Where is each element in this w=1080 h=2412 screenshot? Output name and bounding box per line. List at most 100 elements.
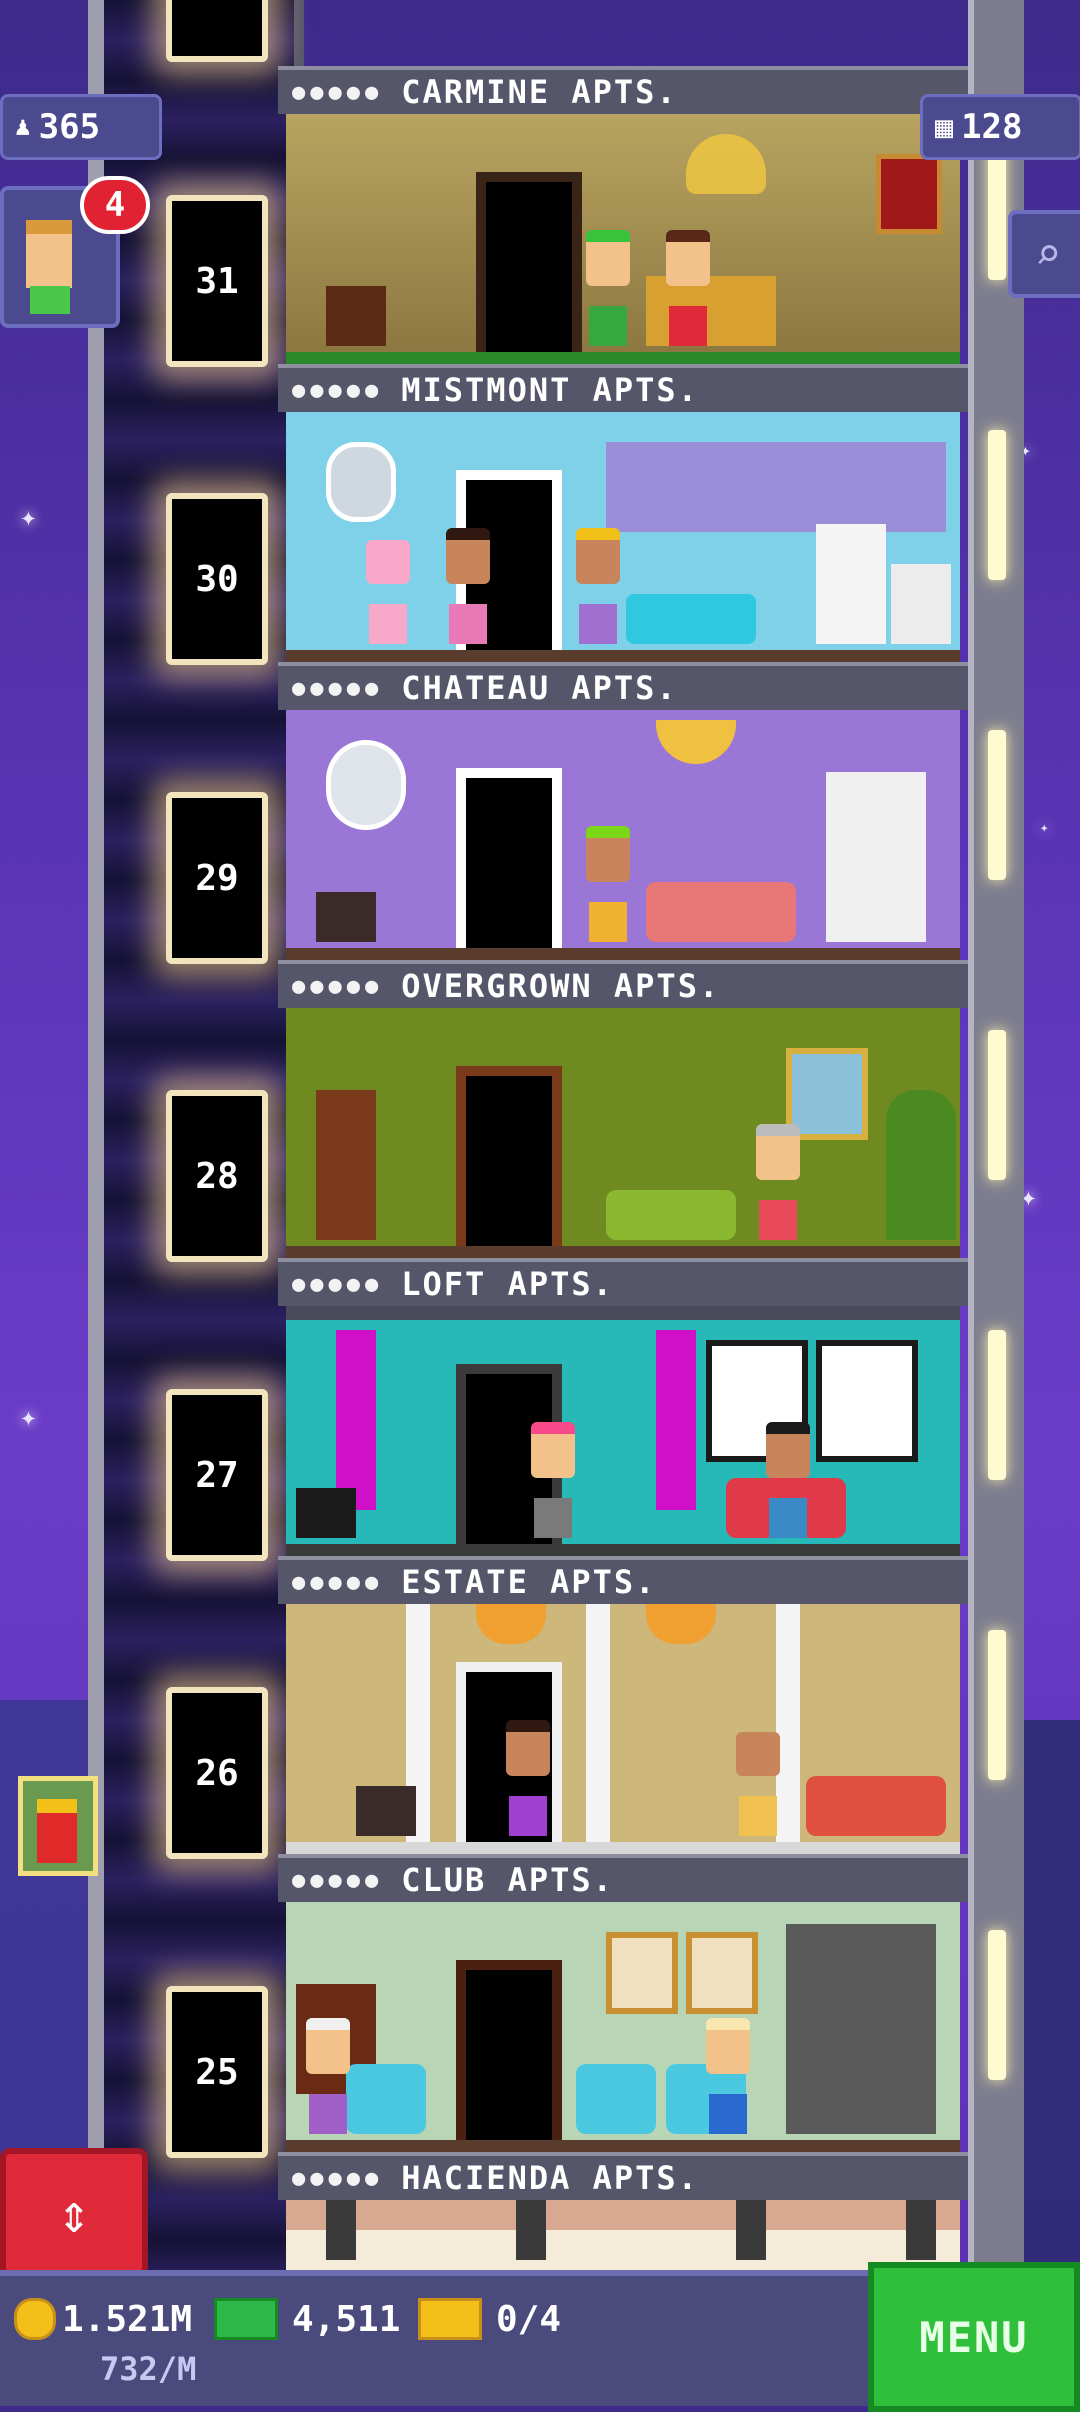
tenant-avatar[interactable] [576,528,620,584]
tenant-body [759,1200,797,1240]
floor-room[interactable] [286,710,960,962]
phone-table [316,892,376,942]
portrait [686,1932,758,2014]
floor-name: CARMINE APTS. [401,73,678,111]
floor-mistmont[interactable]: ●●●●● MISTMONT APTS. [278,364,968,664]
floor-overgrown[interactable]: ●●●●● OVERGROWN APTS. [278,960,968,1260]
sofa [626,594,756,644]
coins-display[interactable]: 1.521M [14,2298,192,2340]
tenant-avatar[interactable] [666,230,710,286]
occupancy-icons: ●●●●● [292,973,384,999]
tenant-body [449,604,487,644]
tenant-avatar[interactable] [736,1732,780,1776]
tenant-body [534,1498,572,1538]
person-icon: ♟ [15,112,31,142]
floor-room[interactable] [286,412,960,664]
elevator-car-floor-28[interactable]: 28 [166,1090,268,1262]
tenant-avatar[interactable] [366,540,410,584]
elevator-button[interactable]: ⇕ [0,2148,148,2278]
notification-badge: 4 [80,176,150,234]
floor-carmine[interactable]: ●●●●● CARMINE APTS. [278,66,968,366]
tenant-body [309,2094,347,2134]
mirror [326,740,406,830]
fries-notification[interactable] [18,1776,98,1876]
chandelier [686,134,766,194]
rail-light [988,730,1006,880]
tenant-avatar[interactable] [586,230,630,286]
apartment-door[interactable] [456,1960,562,2140]
floor-chateau[interactable]: ●●●●● CHATEAU APTS. [278,662,968,962]
elevator-car-floor-31[interactable]: 31 [166,195,268,367]
search-button[interactable]: ⌕ [1008,210,1080,298]
column [586,1604,610,1844]
tenant-avatar[interactable] [586,826,630,882]
rail-light [988,1930,1006,2080]
bux-display[interactable]: 4,511 [214,2298,400,2340]
floor-room[interactable] [286,2200,960,2270]
tower-right-rail [968,0,1024,2270]
tenant-avatar[interactable] [306,2018,350,2074]
elevator-car-floor-25[interactable]: 25 [166,1986,268,2158]
star-icon: ✦ [1040,820,1049,836]
tenant-avatar[interactable] [506,1720,550,1776]
floor-name: HACIENDA APTS. [401,2159,699,2197]
floor-counter[interactable]: ▦ 128 [920,94,1080,160]
apartment-door[interactable] [476,172,582,352]
tenant-body [509,1796,547,1836]
floor-club[interactable]: ●●●●● CLUB APTS. [278,1854,968,2154]
tenant-avatar[interactable] [766,1422,810,1478]
elevator-car[interactable] [166,0,268,62]
bitizen-avatar [26,220,72,288]
tickets-display[interactable]: 0/4 [418,2298,561,2340]
coins-rate: 732/M [100,2350,197,2388]
tenant-avatar[interactable] [706,2018,750,2074]
stereo [296,1488,356,1538]
tenant-body [739,1796,777,1836]
rail-light [988,430,1006,580]
search-icon: ⌕ [1034,228,1062,280]
elevator-shaft[interactable]: 31 30 29 28 27 26 25 [88,0,304,2270]
floor-room[interactable] [286,114,960,366]
tenant-avatar[interactable] [446,528,490,584]
floor-sign: ●●●●● MISTMONT APTS. [278,364,968,412]
menu-button[interactable]: MENU [868,2262,1080,2412]
floor-hacienda[interactable]: ●●●●● HACIENDA APTS. [278,2152,968,2270]
chandelier [646,1604,716,1644]
floor-sign: ●●●●● LOFT APTS. [278,1258,968,1306]
painting [876,154,942,234]
floor-room[interactable] [286,1604,960,1856]
floor-name: ESTATE APTS. [401,1563,657,1601]
bookshelf [316,1090,376,1240]
occupancy-icons: ●●●●● [292,1569,384,1595]
sofa [646,882,796,942]
floor-estate[interactable]: ●●●●● ESTATE APTS. [278,1556,968,1856]
bed [646,276,776,346]
dresser [326,286,386,346]
floor-room[interactable] [286,1306,960,1558]
floor-room[interactable] [286,1008,960,1260]
elevator-car-floor-27[interactable]: 27 [166,1389,268,1561]
floor-name: MISTMONT APTS. [401,371,699,409]
rail-light [988,1630,1006,1780]
elevator-car-floor-29[interactable]: 29 [166,792,268,964]
armchair [346,2064,426,2134]
elevator-car-floor-30[interactable]: 30 [166,493,268,665]
apartment-door[interactable] [456,1066,562,1246]
lantern [326,2200,356,2260]
elevator-car-floor-26[interactable]: 26 [166,1687,268,1859]
floor-loft[interactable]: ●●●●● LOFT APTS. [278,1258,968,1558]
occupancy-icons: ●●●●● [292,377,384,403]
curtain [336,1330,376,1510]
floor-room[interactable] [286,1902,960,2154]
tenant-body [369,604,407,644]
tenant-avatar[interactable] [756,1124,800,1180]
apartment-door[interactable] [456,768,562,948]
star-icon: ✦ [20,1400,37,1433]
phone-table [356,1786,416,1836]
tenant-avatar[interactable] [531,1422,575,1478]
fireplace [786,1924,936,2134]
bitizen-body [30,286,70,314]
population-counter[interactable]: ♟ 365 [0,94,162,160]
floor-32[interactable] [278,0,968,60]
floor-name: OVERGROWN APTS. [401,967,721,1005]
